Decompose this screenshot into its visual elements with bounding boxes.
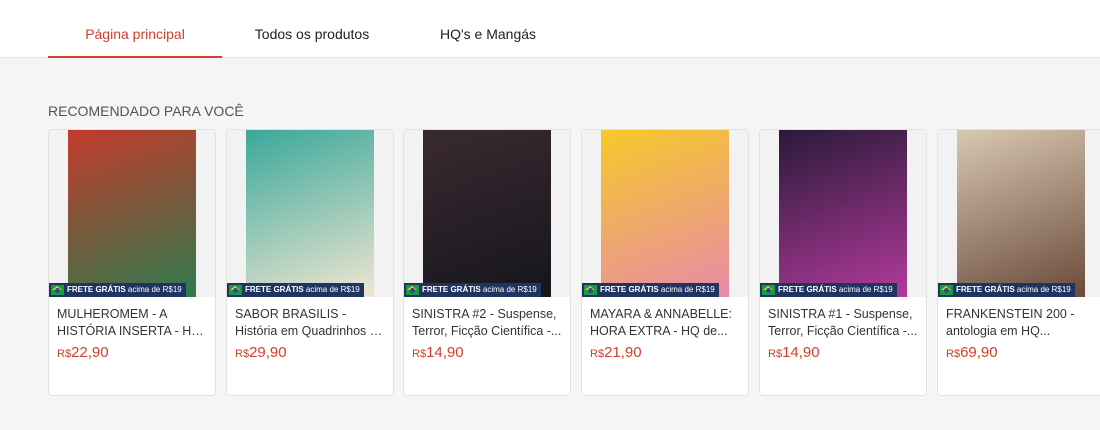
product-card[interactable]: FRETE GRÁTIS acima de R$19 MULHEROMEM - … <box>48 129 216 396</box>
product-cover <box>404 130 570 297</box>
product-title[interactable]: FRANKENSTEIN 200 - antologia em HQ... <box>946 306 1098 340</box>
product-title[interactable]: SINISTRA #1 - Suspense, Terror, Ficção C… <box>768 306 920 340</box>
price-value: 21,90 <box>604 344 642 361</box>
currency: R$ <box>946 348 961 360</box>
product-card[interactable]: FRETE GRÁTIS acima de R$19 SINISTRA #2 -… <box>403 129 571 396</box>
product-card[interactable]: FRETE GRÁTIS acima de R$19 FRANKENSTEIN … <box>937 129 1100 396</box>
price-value: 22,90 <box>71 344 109 361</box>
product-price: R$69,90 <box>946 344 998 361</box>
free-shipping-badge: FRETE GRÁTIS acima de R$19 <box>582 283 719 297</box>
free-shipping-badge: FRETE GRÁTIS acima de R$19 <box>760 283 897 297</box>
brazil-flag-icon <box>762 285 775 295</box>
product-image[interactable] <box>423 130 551 297</box>
product-card[interactable]: FRETE GRÁTIS acima de R$19 MAYARA & ANNA… <box>581 129 749 396</box>
price-value: 14,90 <box>782 344 820 361</box>
product-image[interactable] <box>68 130 196 297</box>
product-title[interactable]: SINISTRA #2 - Suspense, Terror, Ficção C… <box>412 306 564 340</box>
tab-hqs-e-mangas[interactable]: HQ's e Mangás <box>410 0 566 58</box>
section-title: RECOMENDADO PARA VOCÊ <box>48 103 244 119</box>
badge-sub: acima de R$19 <box>482 285 537 294</box>
badge-main: FRETE GRÁTIS <box>422 285 481 294</box>
free-shipping-badge: FRETE GRÁTIS acima de R$19 <box>227 283 364 297</box>
badge-sub: acima de R$19 <box>660 285 715 294</box>
product-cover <box>49 130 215 297</box>
tab-pagina-principal[interactable]: Página principal <box>48 0 222 58</box>
currency: R$ <box>412 348 427 360</box>
brazil-flag-icon <box>406 285 419 295</box>
product-image[interactable] <box>601 130 729 297</box>
product-image[interactable] <box>246 130 374 297</box>
product-cover <box>760 130 926 297</box>
badge-sub: acima de R$19 <box>127 285 182 294</box>
badge-sub: acima de R$19 <box>838 285 893 294</box>
badge-main: FRETE GRÁTIS <box>67 285 126 294</box>
currency: R$ <box>57 348 72 360</box>
badge-sub: acima de R$19 <box>305 285 360 294</box>
product-cover <box>227 130 393 297</box>
brazil-flag-icon <box>229 285 242 295</box>
product-title[interactable]: MULHEROMEM - A HISTÓRIA INSERTA - HQ de.… <box>57 306 209 340</box>
product-card[interactable]: FRETE GRÁTIS acima de R$19 SABOR BRASILI… <box>226 129 394 396</box>
currency: R$ <box>590 348 605 360</box>
badge-sub: acima de R$19 <box>1016 285 1071 294</box>
top-nav: Página principal Todos os produtos HQ's … <box>0 0 1100 58</box>
badge-main: FRETE GRÁTIS <box>956 285 1015 294</box>
product-price: R$22,90 <box>57 344 109 361</box>
product-cover <box>582 130 748 297</box>
product-image[interactable] <box>779 130 907 297</box>
product-title[interactable]: SABOR BRASILIS - História em Quadrinhos … <box>235 306 387 340</box>
product-price: R$14,90 <box>412 344 464 361</box>
brazil-flag-icon <box>940 285 953 295</box>
price-value: 14,90 <box>426 344 464 361</box>
product-title[interactable]: MAYARA & ANNABELLE: HORA EXTRA - HQ de..… <box>590 306 742 340</box>
badge-main: FRETE GRÁTIS <box>778 285 837 294</box>
currency: R$ <box>235 348 250 360</box>
product-card[interactable]: FRETE GRÁTIS acima de R$19 SINISTRA #1 -… <box>759 129 927 396</box>
product-cover <box>938 130 1100 297</box>
free-shipping-badge: FRETE GRÁTIS acima de R$19 <box>404 283 541 297</box>
brazil-flag-icon <box>51 285 64 295</box>
badge-main: FRETE GRÁTIS <box>245 285 304 294</box>
tab-todos-os-produtos[interactable]: Todos os produtos <box>232 0 392 58</box>
price-value: 29,90 <box>249 344 287 361</box>
currency: R$ <box>768 348 783 360</box>
product-image[interactable] <box>957 130 1085 297</box>
badge-main: FRETE GRÁTIS <box>600 285 659 294</box>
free-shipping-badge: FRETE GRÁTIS acima de R$19 <box>938 283 1075 297</box>
brazil-flag-icon <box>584 285 597 295</box>
price-value: 69,90 <box>960 344 998 361</box>
product-price: R$29,90 <box>235 344 287 361</box>
product-price: R$14,90 <box>768 344 820 361</box>
product-price: R$21,90 <box>590 344 642 361</box>
free-shipping-badge: FRETE GRÁTIS acima de R$19 <box>49 283 186 297</box>
